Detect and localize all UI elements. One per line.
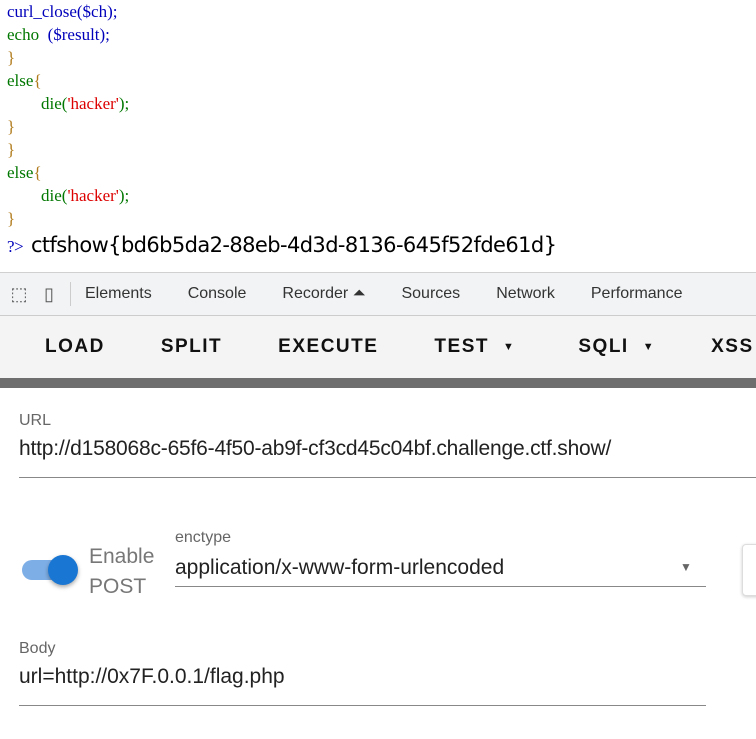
tab-recorder[interactable]: Recorder ⏶	[282, 285, 365, 303]
side-card	[742, 544, 756, 596]
divider	[70, 282, 71, 306]
caret-down-icon: ▼	[502, 340, 516, 353]
url-input[interactable]: http://d158068c-65f6-4f50-ab9f-cf3cd45c0…	[19, 437, 611, 461]
body-underline	[19, 705, 706, 706]
execute-button[interactable]: EXECUTE	[228, 336, 378, 358]
tab-network[interactable]: Network	[496, 285, 555, 303]
sqli-dropdown[interactable]: SQLI ▼	[553, 336, 655, 358]
php-source: curl_close($ch); echo ($result); } else{…	[7, 2, 130, 228]
toggle-knob[interactable]	[48, 555, 78, 585]
tab-elements[interactable]: Elements	[85, 285, 152, 303]
tab-performance[interactable]: Performance	[591, 285, 683, 303]
flag-output: ?> ctfshow{bd6b5da2-88eb-4d3d-8136-645f52…	[7, 233, 557, 257]
tab-sources[interactable]: Sources	[401, 285, 460, 303]
url-underline	[19, 477, 756, 478]
load-button[interactable]: LOAD	[0, 336, 105, 358]
enctype-select[interactable]: application/x-www-form-urlencoded	[175, 556, 504, 580]
enctype-underline	[175, 586, 706, 587]
enable-post-label: Enable POST	[89, 545, 155, 598]
device-toolbar-icon[interactable]: ▯	[38, 283, 60, 305]
caret-down-icon: ▼	[642, 340, 656, 353]
body-label: Body	[19, 640, 56, 657]
toolbar-divider	[0, 378, 756, 388]
xss-button[interactable]: XSS	[661, 336, 754, 358]
inspect-element-icon[interactable]: ⬚	[8, 283, 30, 305]
enctype-label: enctype	[175, 529, 232, 546]
split-button[interactable]: SPLIT	[111, 336, 222, 358]
dropdown-arrow-icon[interactable]: ▼	[680, 560, 692, 574]
devtools-tabbar: ⬚ ▯ Elements Console Recorder ⏶ Sources …	[0, 272, 756, 316]
body-input[interactable]: url=http://0x7F.0.0.1/flag.php	[19, 665, 285, 689]
url-label: URL	[19, 412, 52, 429]
flask-icon: ⏶	[352, 285, 366, 302]
tab-console[interactable]: Console	[188, 285, 247, 303]
code-line: curl_close($ch);	[7, 2, 118, 21]
hackbar-toolbar: LOAD SPLIT EXECUTE TEST ▼ SQLI ▼ XSS	[0, 316, 756, 378]
test-dropdown[interactable]: TEST ▼	[384, 336, 515, 358]
